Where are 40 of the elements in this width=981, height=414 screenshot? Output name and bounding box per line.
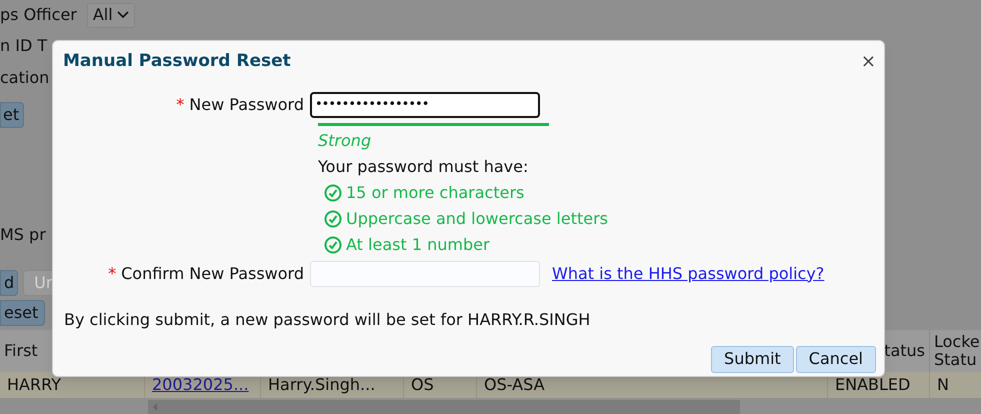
table-cell-text: OS: [411, 374, 434, 396]
requirement-text: 15 or more characters: [346, 182, 524, 204]
required-asterisk: *: [108, 262, 116, 284]
column-header: First: [4, 342, 38, 360]
table-cell-text: Harry.Singh...: [268, 374, 376, 396]
table-cell-text: HARRY: [7, 374, 61, 396]
dialog-button[interactable]: Submit: [711, 346, 794, 372]
section-label: MS pr: [0, 224, 46, 246]
table-cell-text: ENABLED: [835, 374, 910, 396]
new-password-field[interactable]: •••••••••••••••••: [310, 92, 540, 118]
check-circle-icon: [324, 210, 342, 228]
requirement-text: At least 1 number: [346, 234, 490, 256]
column-header: Locke Statu: [934, 333, 981, 369]
field-label: New Password: [189, 94, 304, 116]
requirement-text: Uppercase and lowercase letters: [346, 208, 608, 230]
filter-select[interactable]: All: [86, 2, 135, 28]
field-label: Confirm New Password: [121, 262, 304, 284]
chevron-down-icon: [116, 11, 129, 19]
filter-label: n ID T: [0, 35, 48, 57]
record-link[interactable]: 20032025...: [152, 373, 249, 397]
filter-label: ps Officer: [0, 4, 77, 26]
check-circle-icon: [324, 236, 342, 254]
dialog-title: Manual Password Reset: [63, 50, 291, 73]
check-circle-icon: [324, 184, 342, 202]
close-button[interactable]: ×: [860, 52, 876, 71]
required-asterisk: *: [176, 94, 184, 116]
filter-label: cation: [0, 67, 50, 89]
reset-button[interactable]: eset: [0, 300, 46, 326]
dialog-button[interactable]: Cancel: [796, 346, 876, 372]
column-header: tatus: [884, 342, 925, 360]
notice-text: By clicking submit, a new password will be set for HARRY.R.SINGH: [64, 308, 592, 330]
search-button[interactable]: et: [0, 102, 24, 128]
confirm-password-field[interactable]: [310, 260, 540, 286]
requirements-heading: Your password must have:: [318, 156, 530, 178]
strength-label: Strong: [318, 130, 372, 152]
policy-link[interactable]: What is the HHS password policy?: [552, 262, 824, 286]
table-cell-text: OS-ASA: [484, 374, 545, 396]
action-button[interactable]: d: [0, 270, 18, 296]
horizontal-scrollbar[interactable]: [148, 400, 740, 414]
table-cell-text: N: [937, 374, 949, 396]
